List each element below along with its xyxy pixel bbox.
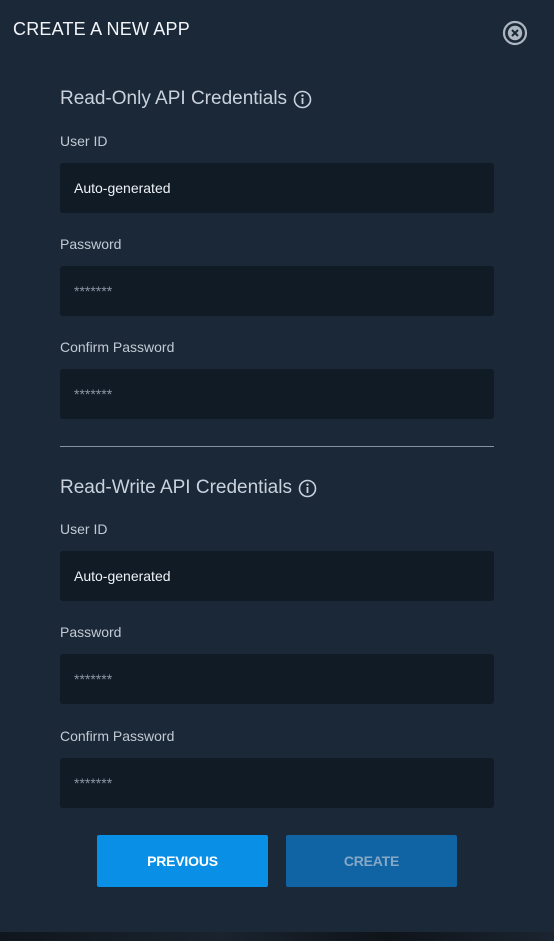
rw-password-label: Password [60, 624, 122, 640]
close-circle-icon[interactable] [501, 19, 529, 47]
section-divider [60, 446, 494, 447]
rw-confirm-password-input[interactable] [60, 758, 494, 808]
read-write-heading: Read-Write API Credentials [60, 477, 317, 499]
create-app-modal: CREATE A NEW APP Read-Only API Credentia… [0, 0, 554, 932]
info-icon[interactable] [293, 90, 312, 109]
previous-button[interactable]: PREVIOUS [97, 835, 268, 887]
read-only-heading: Read-Only API Credentials [60, 88, 312, 110]
ro-confirm-password-label: Confirm Password [60, 339, 175, 355]
ro-user-id-input[interactable] [60, 163, 494, 213]
close-button[interactable] [501, 19, 529, 47]
ro-password-label: Password [60, 236, 122, 252]
rw-confirm-password-label: Confirm Password [60, 728, 175, 744]
rw-user-id-input[interactable] [60, 551, 494, 601]
rw-password-input[interactable] [60, 654, 494, 704]
read-write-heading-text: Read-Write API Credentials [60, 477, 292, 498]
background-strip [0, 932, 554, 941]
rw-user-id-label: User ID [60, 521, 108, 537]
info-icon[interactable] [298, 479, 317, 498]
modal-title: CREATE A NEW APP [13, 19, 190, 39]
ro-password-input[interactable] [60, 266, 494, 316]
create-button[interactable]: CREATE [286, 835, 457, 887]
read-only-heading-text: Read-Only API Credentials [60, 88, 288, 109]
ro-confirm-password-input[interactable] [60, 369, 494, 419]
ro-user-id-label: User ID [60, 133, 108, 149]
